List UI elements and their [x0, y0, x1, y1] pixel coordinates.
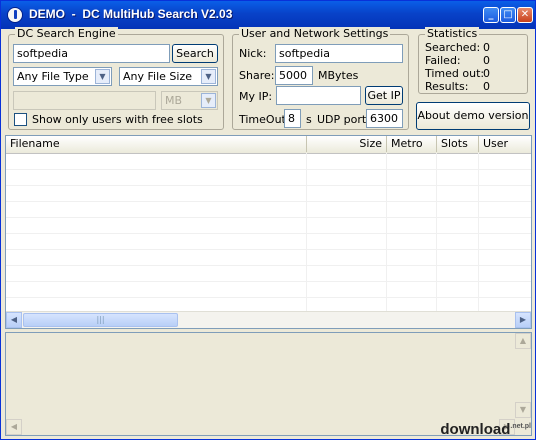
grid-lines — [6, 153, 531, 314]
search-query-input[interactable]: softpedia — [13, 44, 170, 63]
failed-label: Failed: — [425, 54, 461, 67]
app-window: DEMO - DC MultiHub Search V2.03 _ □ ✕ DC… — [0, 0, 536, 440]
scroll-thumb[interactable]: ||| — [23, 313, 178, 327]
scroll-up-icon[interactable]: ▲ — [515, 333, 531, 349]
column-filename[interactable]: Filename — [6, 136, 307, 152]
minimize-button[interactable]: _ — [483, 7, 499, 23]
window-title: DEMO - DC MultiHub Search V2.03 — [29, 7, 233, 21]
searched-label: Searched: — [425, 41, 481, 54]
get-ip-button[interactable]: Get IP — [365, 86, 403, 105]
my-ip-label: My IP: — [239, 90, 273, 103]
column-metro[interactable]: Metro — [387, 136, 437, 152]
share-unit-label: MBytes — [318, 69, 359, 82]
file-type-value: Any File Type — [17, 70, 89, 83]
watermark-suffix: .net.pl — [510, 423, 531, 430]
maximize-button[interactable]: □ — [500, 7, 516, 23]
column-user[interactable]: User — [479, 136, 531, 152]
nick-label: Nick: — [239, 47, 267, 60]
column-size[interactable]: Size — [307, 136, 387, 152]
timeout-unit-label: s — [306, 113, 312, 126]
udp-port-input[interactable]: 6300 — [366, 109, 403, 128]
scroll-right-icon[interactable]: ▶ — [515, 312, 531, 328]
scroll-left-icon[interactable]: ◀ — [6, 419, 22, 435]
failed-value: 0 — [483, 54, 490, 67]
nick-input[interactable]: softpedia — [275, 44, 403, 63]
results-value: 0 — [483, 80, 490, 93]
scroll-down-icon[interactable]: ▼ — [515, 402, 531, 418]
watermark-text: download — [440, 421, 511, 438]
timeout-input[interactable]: 8 — [284, 109, 301, 128]
search-button[interactable]: Search — [172, 44, 218, 63]
network-settings-group: User and Network Settings Nick: softpedi… — [232, 27, 409, 130]
chevron-down-icon[interactable]: ▼ — [95, 69, 110, 84]
size-value-input[interactable] — [13, 91, 156, 110]
title-bar[interactable]: DEMO - DC MultiHub Search V2.03 _ □ ✕ — [1, 1, 535, 29]
free-slots-label: Show only users with free slots — [32, 113, 203, 126]
share-label: Share: — [239, 69, 275, 82]
log-vertical-scrollbar[interactable]: ▲ ▼ — [515, 333, 531, 435]
search-engine-group: DC Search Engine softpedia Search Any Fi… — [8, 27, 224, 130]
results-table-body[interactable] — [6, 153, 531, 314]
size-unit-select[interactable]: MB ▼ — [161, 91, 218, 110]
timed-out-label: Timed out: — [425, 67, 485, 80]
file-type-select[interactable]: Any File Type ▼ — [13, 67, 112, 86]
close-button[interactable]: ✕ — [517, 7, 533, 23]
search-engine-group-title: DC Search Engine — [15, 27, 118, 40]
results-table[interactable]: Filename Size Metro Slots User ◀ ||| ▶ — [5, 135, 532, 329]
timed-out-value: 0 — [483, 67, 490, 80]
results-label: Results: — [425, 80, 469, 93]
app-icon — [7, 7, 23, 23]
udp-port-label: UDP port: — [317, 113, 370, 126]
download-watermark: download.net.pl — [440, 421, 531, 438]
statistics-group-title: Statistics — [425, 27, 480, 40]
scroll-left-icon[interactable]: ◀ — [6, 312, 22, 328]
timeout-label: TimeOut: — [239, 113, 290, 126]
results-horizontal-scrollbar[interactable]: ◀ ||| ▶ — [6, 311, 531, 328]
free-slots-checkbox[interactable] — [14, 113, 27, 126]
searched-value: 0 — [483, 41, 490, 54]
column-slots[interactable]: Slots — [437, 136, 479, 152]
my-ip-input[interactable] — [276, 86, 361, 105]
about-demo-button[interactable]: About demo version — [416, 102, 530, 130]
network-settings-group-title: User and Network Settings — [239, 27, 391, 40]
results-table-header: Filename Size Metro Slots User — [6, 136, 531, 154]
chevron-down-icon[interactable]: ▼ — [201, 93, 216, 108]
statistics-group: Statistics Searched: 0 Failed: 0 Timed o… — [418, 27, 528, 94]
file-size-value: Any File Size — [123, 70, 192, 83]
log-horizontal-scrollbar[interactable]: ◀ ▶ — [6, 419, 515, 435]
chevron-down-icon[interactable]: ▼ — [201, 69, 216, 84]
size-unit-value: MB — [165, 94, 183, 107]
share-input[interactable]: 5000 — [275, 66, 313, 85]
file-size-select[interactable]: Any File Size ▼ — [119, 67, 218, 86]
